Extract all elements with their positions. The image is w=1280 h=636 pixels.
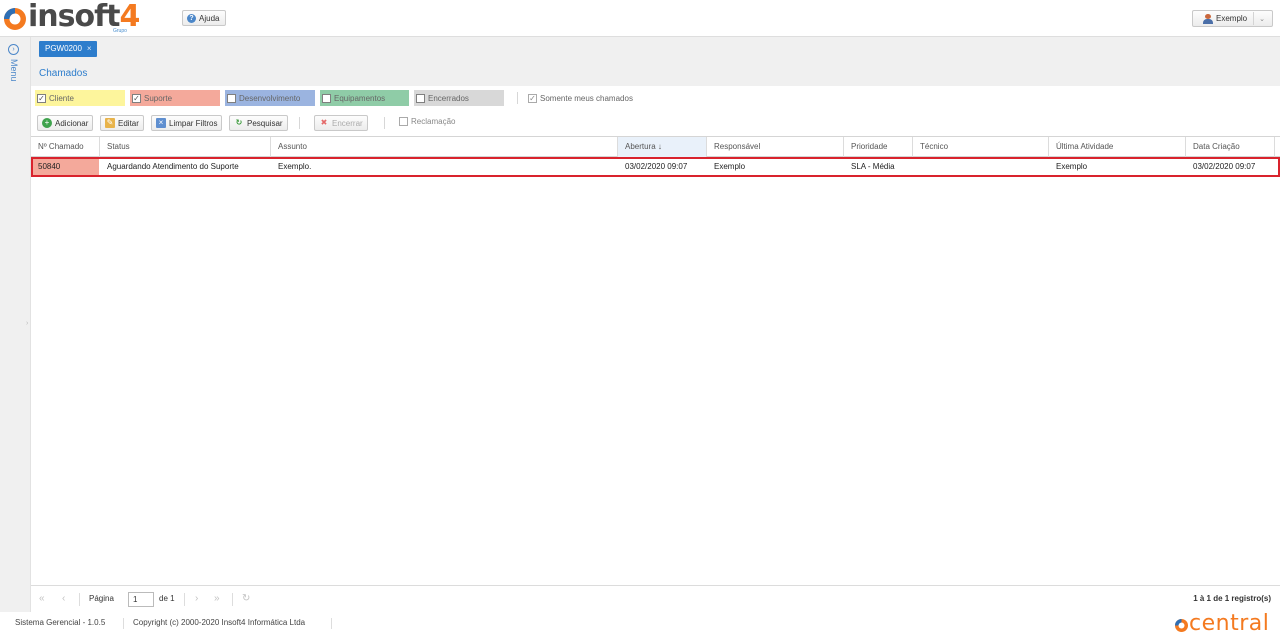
user-name: Exemplo (1216, 14, 1248, 23)
column-header-numero[interactable]: Nº Chamado (31, 137, 100, 157)
records-count: 1 à 1 de 1 registro(s) (1193, 594, 1271, 603)
insoft4-logo-mark-icon (4, 8, 26, 30)
cell-prioridade: SLA - Média (851, 162, 895, 171)
complaint-label: Reclamação (411, 117, 456, 126)
copyright-text: Copyright (c) 2000-2020 Insoft4 Informát… (133, 618, 306, 627)
column-header-status[interactable]: Status (100, 137, 271, 157)
search-label: Pesquisar (247, 118, 283, 128)
filter-somente-meus-chamados[interactable]: ✓ Somente meus chamados (526, 90, 633, 106)
filter-bar: ✓ Cliente ✓ Suporte Desenvolvimento Equi… (31, 88, 1280, 108)
cell-tecnico (915, 159, 1051, 175)
table-row[interactable]: 50840 Aguardando Atendimento do Suporte … (31, 157, 1280, 177)
tickets-grid: Nº Chamado Status Assunto Abertura ↓ Res… (31, 136, 1280, 585)
logo-subtitle: Grupo (113, 28, 127, 34)
add-button[interactable]: + Adicionar (37, 115, 94, 131)
filter-label: Encerrados (428, 93, 469, 103)
clear-filters-icon: × (156, 118, 166, 128)
filter-encerrados[interactable]: Encerrados (414, 90, 504, 106)
divider (517, 92, 518, 104)
column-header-abertura[interactable]: Abertura ↓ (618, 137, 707, 157)
complaint-filter[interactable]: Reclamação (397, 117, 455, 126)
help-icon: ? (187, 13, 196, 23)
checkbox-checked-icon[interactable]: ✓ (132, 93, 141, 103)
tab-label: PGW0200 (45, 44, 82, 53)
clear-filters-label: Limpar Filtros (169, 118, 218, 128)
edit-button[interactable]: ✎ Editar (100, 115, 144, 131)
cell-responsavel: Exemplo (714, 162, 746, 171)
central-logo: central (1174, 613, 1269, 635)
filter-label: Cliente (49, 93, 74, 103)
close-ticket-button[interactable]: ✖ Encerrar (314, 115, 368, 131)
checkbox-checked-icon[interactable]: ✓ (37, 93, 46, 103)
column-header-data-criacao[interactable]: Data Criação (1186, 137, 1275, 157)
grid-header: Nº Chamado Status Assunto Abertura ↓ Res… (31, 137, 1280, 157)
refresh-icon[interactable]: ↻ (242, 593, 250, 604)
previous-page-icon[interactable]: ‹ (62, 593, 65, 604)
filter-label: Suporte (144, 93, 173, 103)
filter-suporte[interactable]: ✓ Suporte (130, 90, 220, 106)
search-button[interactable]: ↻ Pesquisar (229, 115, 288, 131)
page-title: Chamados (39, 68, 88, 79)
menu-expand-icon[interactable]: › (8, 44, 19, 55)
checkbox-icon[interactable] (322, 93, 331, 103)
filter-desenvolvimento[interactable]: Desenvolvimento (225, 90, 315, 106)
page-number-input[interactable]: 1 (128, 592, 154, 607)
checkbox-icon[interactable] (399, 117, 408, 126)
content-header: PGW0200 × Chamados (31, 37, 1280, 86)
filter-cliente[interactable]: ✓ Cliente (35, 90, 125, 106)
column-header-assunto[interactable]: Assunto (271, 137, 618, 157)
column-header-responsavel[interactable]: Responsável (707, 137, 844, 157)
filter-label: Desenvolvimento (239, 93, 301, 103)
user-menu-button[interactable]: Exemplo ⌄ (1192, 10, 1273, 27)
add-icon: + (42, 118, 52, 128)
divider (299, 117, 300, 129)
tab-pgw0200[interactable]: PGW0200 × (39, 41, 97, 57)
close-icon: ✖ (320, 118, 328, 127)
clear-filters-button[interactable]: × Limpar Filtros (151, 115, 223, 131)
sidebar: › Menu › (0, 37, 31, 612)
sidebar-resize-handle[interactable]: › (26, 320, 28, 327)
page-count-label: de 1 (159, 594, 175, 603)
column-header-tecnico[interactable]: Técnico (913, 137, 1049, 157)
edit-label: Editar (118, 118, 139, 128)
menu-toggle[interactable]: Menu (9, 59, 19, 82)
checkbox-checked-icon[interactable]: ✓ (528, 93, 537, 103)
chevron-down-icon: ⌄ (1259, 15, 1265, 23)
cell-abertura: 03/02/2020 09:07 (625, 162, 688, 171)
add-label: Adicionar (55, 118, 89, 128)
help-button[interactable]: ? Ajuda (182, 10, 227, 26)
next-page-icon[interactable]: › (195, 593, 198, 604)
first-page-icon[interactable]: « (39, 593, 45, 604)
checkbox-icon[interactable] (416, 93, 425, 103)
filter-equipamentos[interactable]: Equipamentos (320, 90, 409, 106)
divider (384, 117, 385, 129)
cell-ultima-atividade: Exemplo (1056, 162, 1088, 171)
central-logo-mark-icon (1175, 619, 1188, 632)
close-icon[interactable]: × (87, 41, 92, 57)
page-label: Página (89, 594, 114, 603)
help-label: Ajuda (199, 13, 220, 23)
close-ticket-label: Encerrar (332, 118, 363, 128)
user-avatar-icon (1203, 13, 1213, 24)
column-header-ultima-atividade[interactable]: Última Atividade (1049, 137, 1186, 157)
toolbar: + Adicionar ✎ Editar × Limpar Filtros ↻ … (31, 113, 1280, 133)
insoft4-logo[interactable]: insoft4 Grupo (2, 0, 140, 34)
last-page-icon[interactable]: » (214, 593, 220, 604)
version-text: Sistema Gerencial - 1.0.5 (15, 618, 106, 627)
cell-status: Aguardando Atendimento do Suporte (107, 162, 239, 171)
edit-icon: ✎ (105, 118, 115, 128)
filter-label: Equipamentos (334, 93, 386, 103)
top-bar: insoft4 Grupo ? Ajuda Exemplo ⌄ (0, 0, 1280, 37)
refresh-search-icon: ↻ (235, 118, 243, 127)
logo-text: insoft (28, 0, 120, 34)
footer: Sistema Gerencial - 1.0.5 Copyright (c) … (0, 612, 1280, 635)
cell-assunto: Exemplo. (278, 162, 312, 171)
central-logo-text: central (1189, 611, 1270, 636)
filter-label: Somente meus chamados (540, 93, 633, 103)
pagination-bar: « ‹ Página 1 de 1 › » ↻ 1 à 1 de 1 regis… (31, 585, 1280, 612)
cell-data-criacao: 03/02/2020 09:07 (1193, 162, 1256, 171)
cell-numero: 50840 (33, 159, 99, 175)
checkbox-icon[interactable] (227, 93, 236, 103)
column-header-prioridade[interactable]: Prioridade (844, 137, 913, 157)
